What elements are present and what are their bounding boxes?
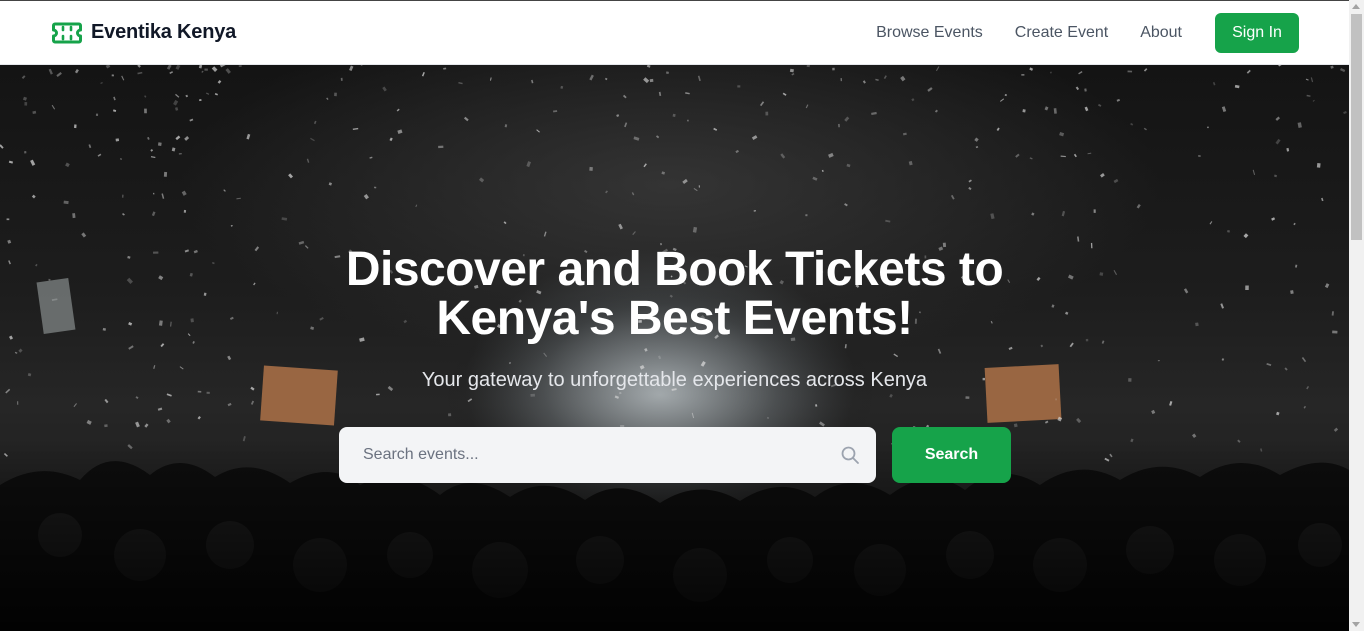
hero-section: Discover and Book Tickets to Kenya's Bes… bbox=[0, 65, 1349, 631]
nav-browse-events[interactable]: Browse Events bbox=[876, 24, 983, 42]
top-navbar: Eventika Kenya Browse Events Create Even… bbox=[0, 0, 1349, 65]
search-icon[interactable] bbox=[840, 445, 860, 465]
hero-content: Discover and Book Tickets to Kenya's Bes… bbox=[0, 65, 1349, 631]
page-scrollbar[interactable] bbox=[1349, 0, 1364, 631]
brand[interactable]: Eventika Kenya bbox=[52, 21, 236, 44]
sign-in-button[interactable]: Sign In bbox=[1215, 12, 1299, 53]
main-nav: Browse Events Create Event About Sign In bbox=[876, 12, 1299, 53]
scrollbar-thumb[interactable] bbox=[1351, 14, 1362, 240]
hero-subtitle: Your gateway to unforgettable experience… bbox=[421, 369, 928, 391]
nav-about[interactable]: About bbox=[1140, 24, 1182, 42]
search-button[interactable]: Search bbox=[892, 427, 1011, 483]
hero-title: Discover and Book Tickets to Kenya's Bes… bbox=[0, 245, 1349, 343]
page: Eventika Kenya Browse Events Create Even… bbox=[0, 0, 1349, 631]
search-box bbox=[339, 427, 876, 483]
hero-title-line-1: Discover and Book Tickets to bbox=[345, 243, 1004, 296]
hero-title-line-2: Kenya's Best Events! bbox=[436, 292, 913, 345]
ticket-icon bbox=[52, 22, 82, 43]
brand-name: Eventika Kenya bbox=[91, 21, 237, 43]
scroll-up-arrow-icon[interactable] bbox=[1352, 4, 1360, 9]
nav-create-event[interactable]: Create Event bbox=[1015, 24, 1108, 42]
search-input[interactable] bbox=[339, 427, 840, 483]
scroll-down-arrow-icon[interactable] bbox=[1352, 622, 1360, 627]
